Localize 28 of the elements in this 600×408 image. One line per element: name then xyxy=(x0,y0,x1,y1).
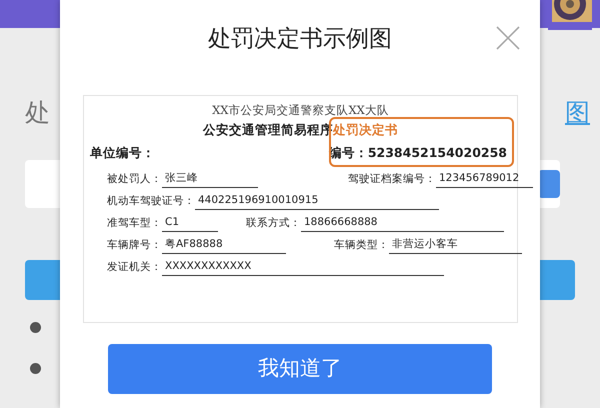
field-label: 机动车驾驶证号： xyxy=(107,194,195,209)
bullet-icon xyxy=(30,322,41,332)
field-label: 发证机关： xyxy=(107,260,162,275)
field-label: 车辆牌号： xyxy=(107,238,162,253)
field-value: XXXXXXXXXXXX xyxy=(162,258,444,276)
dialog-title: 处罚决定书示例图 xyxy=(208,26,392,52)
field-value: C1 xyxy=(162,214,218,232)
field-label: 准驾车型： xyxy=(107,216,162,231)
field-label: 驾驶证档案编号： xyxy=(348,172,436,187)
field-value: 非营运小客车 xyxy=(389,236,522,254)
confirm-button[interactable]: 我知道了 xyxy=(108,344,492,394)
field-value: 440225196910010915 xyxy=(195,192,439,210)
page-heading: 处 xyxy=(25,97,50,129)
issuer-text: XX市公安局交通警察支队XX大队 xyxy=(212,103,389,117)
search-button[interactable] xyxy=(538,170,560,198)
field-label: 联系方式： xyxy=(246,216,301,231)
highlighted-title: 处罚决定书 xyxy=(333,121,398,140)
field-value: 123456789012 xyxy=(436,170,533,188)
close-icon[interactable] xyxy=(496,26,520,50)
link[interactable]: 图 xyxy=(565,94,590,132)
field-value: 18866668888 xyxy=(301,214,504,232)
field-value: 粤AF88888 xyxy=(162,236,286,254)
field-label: 被处罚人： xyxy=(107,172,162,187)
unit-number-label: 单位编号： xyxy=(90,144,155,162)
field-label: 车辆类型： xyxy=(334,238,389,253)
bullet-icon xyxy=(30,362,41,374)
field-value: 张三峰 xyxy=(162,170,258,188)
document-number: 5238452154020258 xyxy=(368,145,507,160)
